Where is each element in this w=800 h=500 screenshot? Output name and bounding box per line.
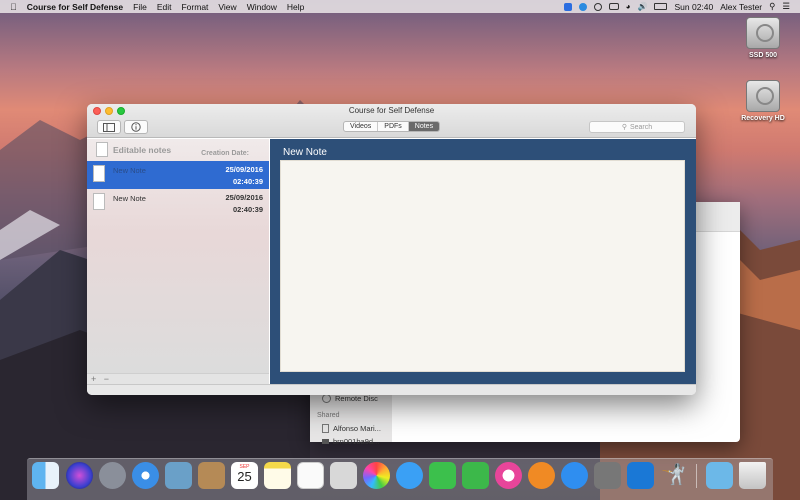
note-row[interactable]: New Note 25/09/2016 02:40:39 bbox=[87, 161, 269, 189]
finder-sidebar-printer[interactable]: brn001ba9d... bbox=[322, 437, 379, 446]
system-preferences-icon[interactable] bbox=[594, 462, 621, 489]
menu-help[interactable]: Help bbox=[287, 2, 304, 12]
app-window: Course for Self Defense Videos PDFs Note… bbox=[87, 104, 696, 395]
notes-sidebar: Editable notes Creation Date: New Note 2… bbox=[87, 139, 269, 373]
add-note-button[interactable]: + bbox=[91, 374, 96, 384]
finder-sidebar-shared-heading: Shared bbox=[317, 412, 340, 419]
search-icon: ⚲ bbox=[621, 124, 627, 131]
menu-file[interactable]: File bbox=[133, 2, 147, 12]
tab-notes[interactable]: Notes bbox=[408, 122, 440, 131]
contacts-icon[interactable] bbox=[198, 462, 225, 489]
time-machine-icon[interactable] bbox=[593, 2, 602, 11]
desktop-icon-ssd[interactable]: SSD 500 bbox=[733, 17, 793, 59]
tab-videos[interactable]: Videos bbox=[344, 122, 379, 131]
menu-user[interactable]: Alex Tester bbox=[720, 2, 762, 12]
photos-icon[interactable] bbox=[363, 462, 390, 489]
apple-menu-icon[interactable]:  bbox=[10, 2, 17, 12]
computer-icon bbox=[322, 424, 329, 433]
remove-note-button[interactable]: − bbox=[104, 374, 109, 384]
sidebar-title: Editable notes bbox=[113, 145, 172, 155]
menu-clock[interactable]: Sun 02:40 bbox=[674, 2, 713, 12]
finder-item-label: brn001ba9d... bbox=[333, 437, 380, 446]
sidebar-footer: + − bbox=[87, 373, 269, 384]
photo-booth-icon[interactable] bbox=[330, 462, 357, 489]
window-title: Course for Self Defense bbox=[348, 106, 435, 115]
search-placeholder: Search bbox=[629, 123, 653, 131]
hard-disk-icon bbox=[746, 17, 780, 49]
downloads-icon[interactable] bbox=[706, 462, 733, 489]
info-icon bbox=[131, 122, 141, 132]
battery-icon[interactable] bbox=[654, 3, 668, 10]
note-icon bbox=[93, 165, 105, 182]
info-button[interactable] bbox=[124, 120, 148, 134]
finder-item-label: Remote Disc bbox=[335, 394, 378, 403]
teamviewer-icon[interactable] bbox=[627, 462, 654, 489]
menu-view[interactable]: View bbox=[218, 2, 236, 12]
disc-icon bbox=[322, 394, 331, 403]
note-date: 25/09/2016 bbox=[225, 193, 263, 202]
calendar-day: 25 bbox=[237, 469, 252, 484]
self-defense-icon[interactable]: 🤺 bbox=[660, 462, 687, 489]
messages-icon[interactable] bbox=[396, 462, 423, 489]
finder-sidebar-computer[interactable]: Alfonso Mari... bbox=[322, 424, 381, 433]
notes-header-icon bbox=[96, 142, 108, 157]
finder-item-label: Alfonso Mari... bbox=[333, 424, 381, 433]
spotlight-icon[interactable]: ⚲ bbox=[769, 1, 775, 12]
safari-icon[interactable] bbox=[132, 462, 159, 489]
menu-app-name[interactable]: Course for Self Defense bbox=[27, 2, 123, 12]
finder-icon[interactable] bbox=[32, 462, 59, 489]
hard-disk-icon bbox=[746, 80, 780, 112]
sidebar-toggle-button[interactable] bbox=[97, 120, 121, 134]
note-icon bbox=[93, 193, 105, 210]
search-field[interactable]: ⚲ Search bbox=[589, 121, 685, 133]
sidebar-icon bbox=[103, 122, 115, 132]
desktop-icon-label: Recovery HD bbox=[741, 115, 785, 122]
dropbox-icon[interactable] bbox=[563, 2, 572, 11]
note-title[interactable]: New Note bbox=[283, 147, 327, 158]
finder-sidebar-remote-disc[interactable]: Remote Disc bbox=[322, 394, 378, 403]
printer-icon bbox=[322, 439, 329, 444]
view-segmented-control: Videos PDFs Notes bbox=[343, 121, 441, 132]
wifi-icon[interactable]: ◕ bbox=[626, 2, 631, 11]
notes-sidebar-header: Editable notes Creation Date: bbox=[87, 139, 269, 161]
note-row[interactable]: New Note 25/09/2016 02:40:39 bbox=[87, 189, 269, 217]
menu-edit[interactable]: Edit bbox=[157, 2, 172, 12]
preview-icon[interactable] bbox=[165, 462, 192, 489]
calendar-icon[interactable]: SEP 25 bbox=[231, 462, 258, 489]
dock-divider bbox=[696, 464, 697, 488]
notes-icon[interactable] bbox=[264, 462, 291, 489]
note-name: New Note bbox=[113, 166, 146, 175]
window-footer bbox=[87, 384, 696, 395]
launchpad-icon[interactable] bbox=[99, 462, 126, 489]
menu-format[interactable]: Format bbox=[181, 2, 208, 12]
siri-icon[interactable] bbox=[66, 462, 93, 489]
volume-icon[interactable]: 🔊 bbox=[638, 2, 648, 11]
note-name: New Note bbox=[113, 194, 146, 203]
menu-window[interactable]: Window bbox=[247, 2, 277, 12]
note-time: 02:40:39 bbox=[232, 177, 263, 186]
note-editor-pane: New Note bbox=[270, 139, 696, 384]
app-store-icon[interactable] bbox=[561, 462, 588, 489]
tab-pdfs[interactable]: PDFs bbox=[378, 122, 409, 131]
window-titlebar: Course for Self Defense Videos PDFs Note… bbox=[87, 104, 696, 138]
note-date: 25/09/2016 bbox=[225, 165, 263, 174]
note-text-area[interactable] bbox=[280, 160, 685, 372]
ibooks-icon[interactable] bbox=[528, 462, 555, 489]
numbers-icon[interactable] bbox=[462, 462, 489, 489]
reminders-icon[interactable] bbox=[297, 462, 324, 489]
note-time: 02:40:39 bbox=[232, 205, 263, 214]
skype-icon[interactable] bbox=[578, 2, 587, 11]
notification-center-icon[interactable]: ☰ bbox=[782, 1, 790, 12]
menu-bar:  Course for Self Defense File Edit Form… bbox=[0, 0, 800, 13]
trash-icon[interactable] bbox=[739, 462, 766, 489]
desktop-icon-recovery[interactable]: Recovery HD bbox=[733, 80, 793, 122]
facetime-icon[interactable] bbox=[429, 462, 456, 489]
creation-date-header[interactable]: Creation Date: bbox=[201, 150, 249, 157]
itunes-icon[interactable] bbox=[495, 462, 522, 489]
desktop-icon-label: SSD 500 bbox=[748, 52, 778, 59]
airplay-icon[interactable] bbox=[608, 3, 619, 10]
